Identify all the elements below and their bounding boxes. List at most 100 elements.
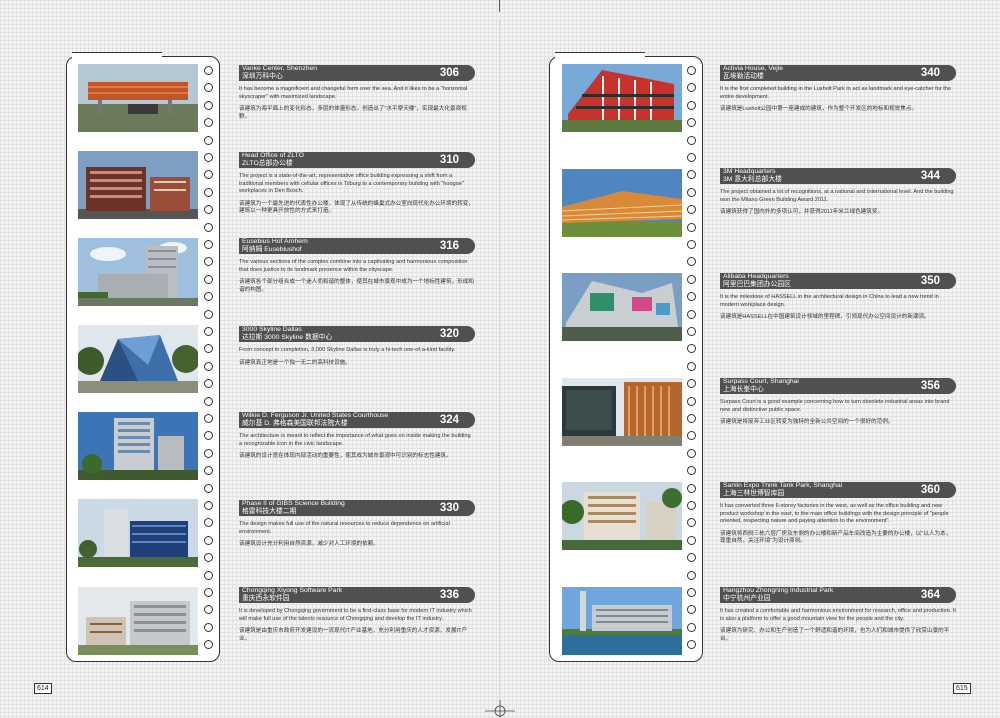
entry-title-en: Alibaba Headquarters: [723, 273, 789, 280]
entry-title-en: Sanlin Expo Think Tank Park, Shanghai: [723, 482, 843, 489]
entry-description-en: The architecture is meant to reflect the…: [239, 433, 471, 447]
film-strip-hole: [687, 501, 696, 510]
film-strip-hole: [687, 622, 696, 632]
entry-title-cn: 阿纳姆 Eusebiushof: [242, 246, 302, 253]
entry-page-number: 344: [920, 170, 940, 182]
building-photo-3m-headquarters: [562, 169, 682, 237]
entry-page-number: 356: [920, 380, 940, 392]
entry-title-bar: Vanke Center, Shenzhen 深圳万科中心 306: [239, 65, 475, 81]
entry-page-number: 336: [439, 589, 459, 601]
film-strip-hole: [204, 448, 213, 458]
film-strip-hole: [687, 361, 696, 371]
entry-alibaba-headquarters: Alibaba Headquarters 阿里巴巴集团办公园区 350 It i…: [720, 273, 956, 322]
entry-title-bar: Alibaba Headquarters 阿里巴巴集团办公园区 350: [720, 273, 956, 289]
entry-xiyong-software-park: Chongqing Xiyong Software Park 重庆西永软件园 3…: [239, 587, 475, 643]
film-strip-hole: [204, 240, 213, 249]
film-strip-hole: [204, 414, 213, 423]
entry-page-number: 316: [439, 240, 459, 252]
film-strip-hole: [687, 327, 696, 336]
building-photo-gibs: [78, 499, 198, 567]
entry-gibs-science-building: Phase II of GIBS Science Building 格雷科技大楼…: [239, 500, 475, 549]
film-strip-hole: [687, 570, 696, 580]
entry-title-bar: Eusebius Hof Arnhem 阿纳姆 Eusebiushof 316: [239, 238, 475, 254]
film-strip-hole: [687, 448, 696, 458]
entry-title-cn: 上海长峯中心: [723, 386, 764, 393]
entry-title-en: Activia House, Vejle: [723, 65, 784, 72]
entry-title-bar: 3000 Skyline Dallas 达拉斯 3000 Skyline 数据中…: [239, 326, 475, 342]
film-strip-hole: [687, 396, 696, 406]
film-strip-hole: [687, 153, 696, 162]
entry-title-bar: Head Office of ZLTO ZLTO总部办公楼 310: [239, 152, 475, 168]
building-photo-vanke: [78, 64, 198, 132]
entry-title-en: Phase II of GIBS Science Building: [242, 500, 345, 507]
entry-vanke-center: Vanke Center, Shenzhen 深圳万科中心 306 It has…: [239, 65, 475, 121]
entry-description-cn: 该建筑为一个最先进的代表性办公楼，体现了从传统的蜂巢式办公室向现代化办公环境的转…: [239, 200, 474, 215]
entry-ferguson-courthouse: Wilkie D. Ferguson Jr. United States Cou…: [239, 412, 475, 461]
film-strip-hole: [687, 309, 696, 319]
entry-description-cn: 该建筑是HASSELL在中国建筑设计领域的里程碑，引领现代办公空间设计的新潮流。: [720, 314, 930, 321]
entry-page-number: 350: [920, 275, 940, 287]
film-strip: [549, 56, 703, 662]
entry-zhongning-industrial-park: Hangzhou Zhongning Industrial Park 中宁杭州产…: [720, 587, 956, 643]
entry-title-en: Surpass Court, Shanghai: [723, 378, 799, 385]
building-photo-eusebius: [78, 238, 198, 306]
entry-3m-headquarters: 3M Headquarters 3M 意大利总部大楼 344 The proje…: [720, 168, 956, 217]
entry-zlto-head-office: Head Office of ZLTO ZLTO总部办公楼 310 The pr…: [239, 152, 475, 216]
left-page: Vanke Center, Shenzhen 深圳万科中心 306 It has…: [0, 0, 500, 718]
building-photo-courthouse: [78, 412, 198, 480]
film-strip-hole: [204, 483, 213, 493]
film-strip-hole: [204, 396, 213, 406]
entry-surpass-court: Surpass Court, Shanghai 上海长峯中心 356 Surpa…: [720, 378, 956, 427]
film-strip-hole: [687, 535, 696, 545]
film-strip-tab: [555, 52, 645, 59]
entry-description-en: It has converted three 6-storey factorie…: [720, 503, 949, 525]
entry-title-cn: 深圳万科中心: [242, 73, 283, 80]
entry-page-number: 306: [439, 67, 459, 79]
entry-description-cn: 该建筑真正地是一个独一无二的高科技设施。: [239, 359, 351, 366]
film-strip-hole: [204, 222, 213, 232]
entry-title-en: Vanke Center, Shenzhen: [242, 65, 318, 72]
entry-title-en: Wilkie D. Ferguson Jr. United States Cou…: [242, 412, 389, 419]
entry-page-number: 324: [439, 414, 459, 426]
entry-title-cn: 达拉斯 3000 Skyline 数据中心: [242, 334, 333, 341]
building-photo-xiyong: [78, 587, 198, 655]
entry-description-cn: 该建筑将西侧三栋六层厂房及东侧的办公楼和新产品车间改造为主要的办公楼，以"以人为…: [720, 530, 952, 545]
film-strip-hole: [687, 135, 696, 145]
film-strip-hole: [687, 222, 696, 232]
film-strip-hole: [204, 327, 213, 336]
entry-title-cn: ZLTO总部办公楼: [242, 160, 293, 167]
film-strip-hole: [204, 535, 213, 545]
entry-page-number: 340: [920, 67, 940, 79]
entry-description-en: Surpass Court is a good example concerni…: [720, 399, 950, 413]
entry-page-number: 320: [439, 328, 459, 340]
right-page: Activia House, Vejle 瓦埃勒活动楼 340 It is th…: [500, 0, 1000, 718]
film-strip-hole: [687, 588, 696, 597]
entry-description-en: The project obtained a lot of recognitio…: [720, 189, 954, 203]
entry-description-en: The design makes full use of the natural…: [239, 521, 450, 535]
entry-activia-house: Activia House, Vejle 瓦埃勒活动楼 340 It is th…: [720, 65, 956, 114]
entry-title-en: 3000 Skyline Dallas: [242, 326, 302, 333]
entry-description-en: It is the first completed building in th…: [720, 86, 952, 100]
film-strip-hole: [204, 570, 213, 580]
building-photo-sanlin-expo: [562, 482, 682, 550]
building-photo-activia-house: [562, 64, 682, 132]
entry-title-en: Chongqing Xiyong Software Park: [242, 587, 343, 594]
film-strip-hole: [204, 622, 213, 632]
entry-title-cn: 上海三林世博智库园: [723, 490, 785, 497]
entry-title-en: Eusebius Hof Arnhem: [242, 238, 308, 245]
film-strip-hole: [204, 501, 213, 510]
entry-description-en: It has created a comfortable and harmoni…: [720, 608, 956, 622]
entry-title-bar: Activia House, Vejle 瓦埃勒活动楼 340: [720, 65, 956, 81]
entry-title-bar: Wilkie D. Ferguson Jr. United States Cou…: [239, 412, 475, 428]
entry-description-en: It is developed by Chongqing government …: [239, 608, 472, 622]
entry-title-cn: 瓦埃勒活动楼: [723, 73, 764, 80]
entry-title-cn: 格雷科技大楼二期: [242, 508, 297, 515]
entry-title-bar: Chongqing Xiyong Software Park 重庆西永软件园 3…: [239, 587, 475, 603]
film-strip-hole: [687, 187, 696, 197]
entry-title-bar: Surpass Court, Shanghai 上海长峯中心 356: [720, 378, 956, 394]
film-strip-hole: [687, 66, 696, 75]
film-strip-hole: [687, 240, 696, 249]
entry-page-number: 364: [920, 589, 940, 601]
entry-skyline-dallas: 3000 Skyline Dallas 达拉斯 3000 Skyline 数据中…: [239, 326, 475, 367]
entry-sanlin-expo-park: Sanlin Expo Think Tank Park, Shanghai 上海…: [720, 482, 956, 546]
